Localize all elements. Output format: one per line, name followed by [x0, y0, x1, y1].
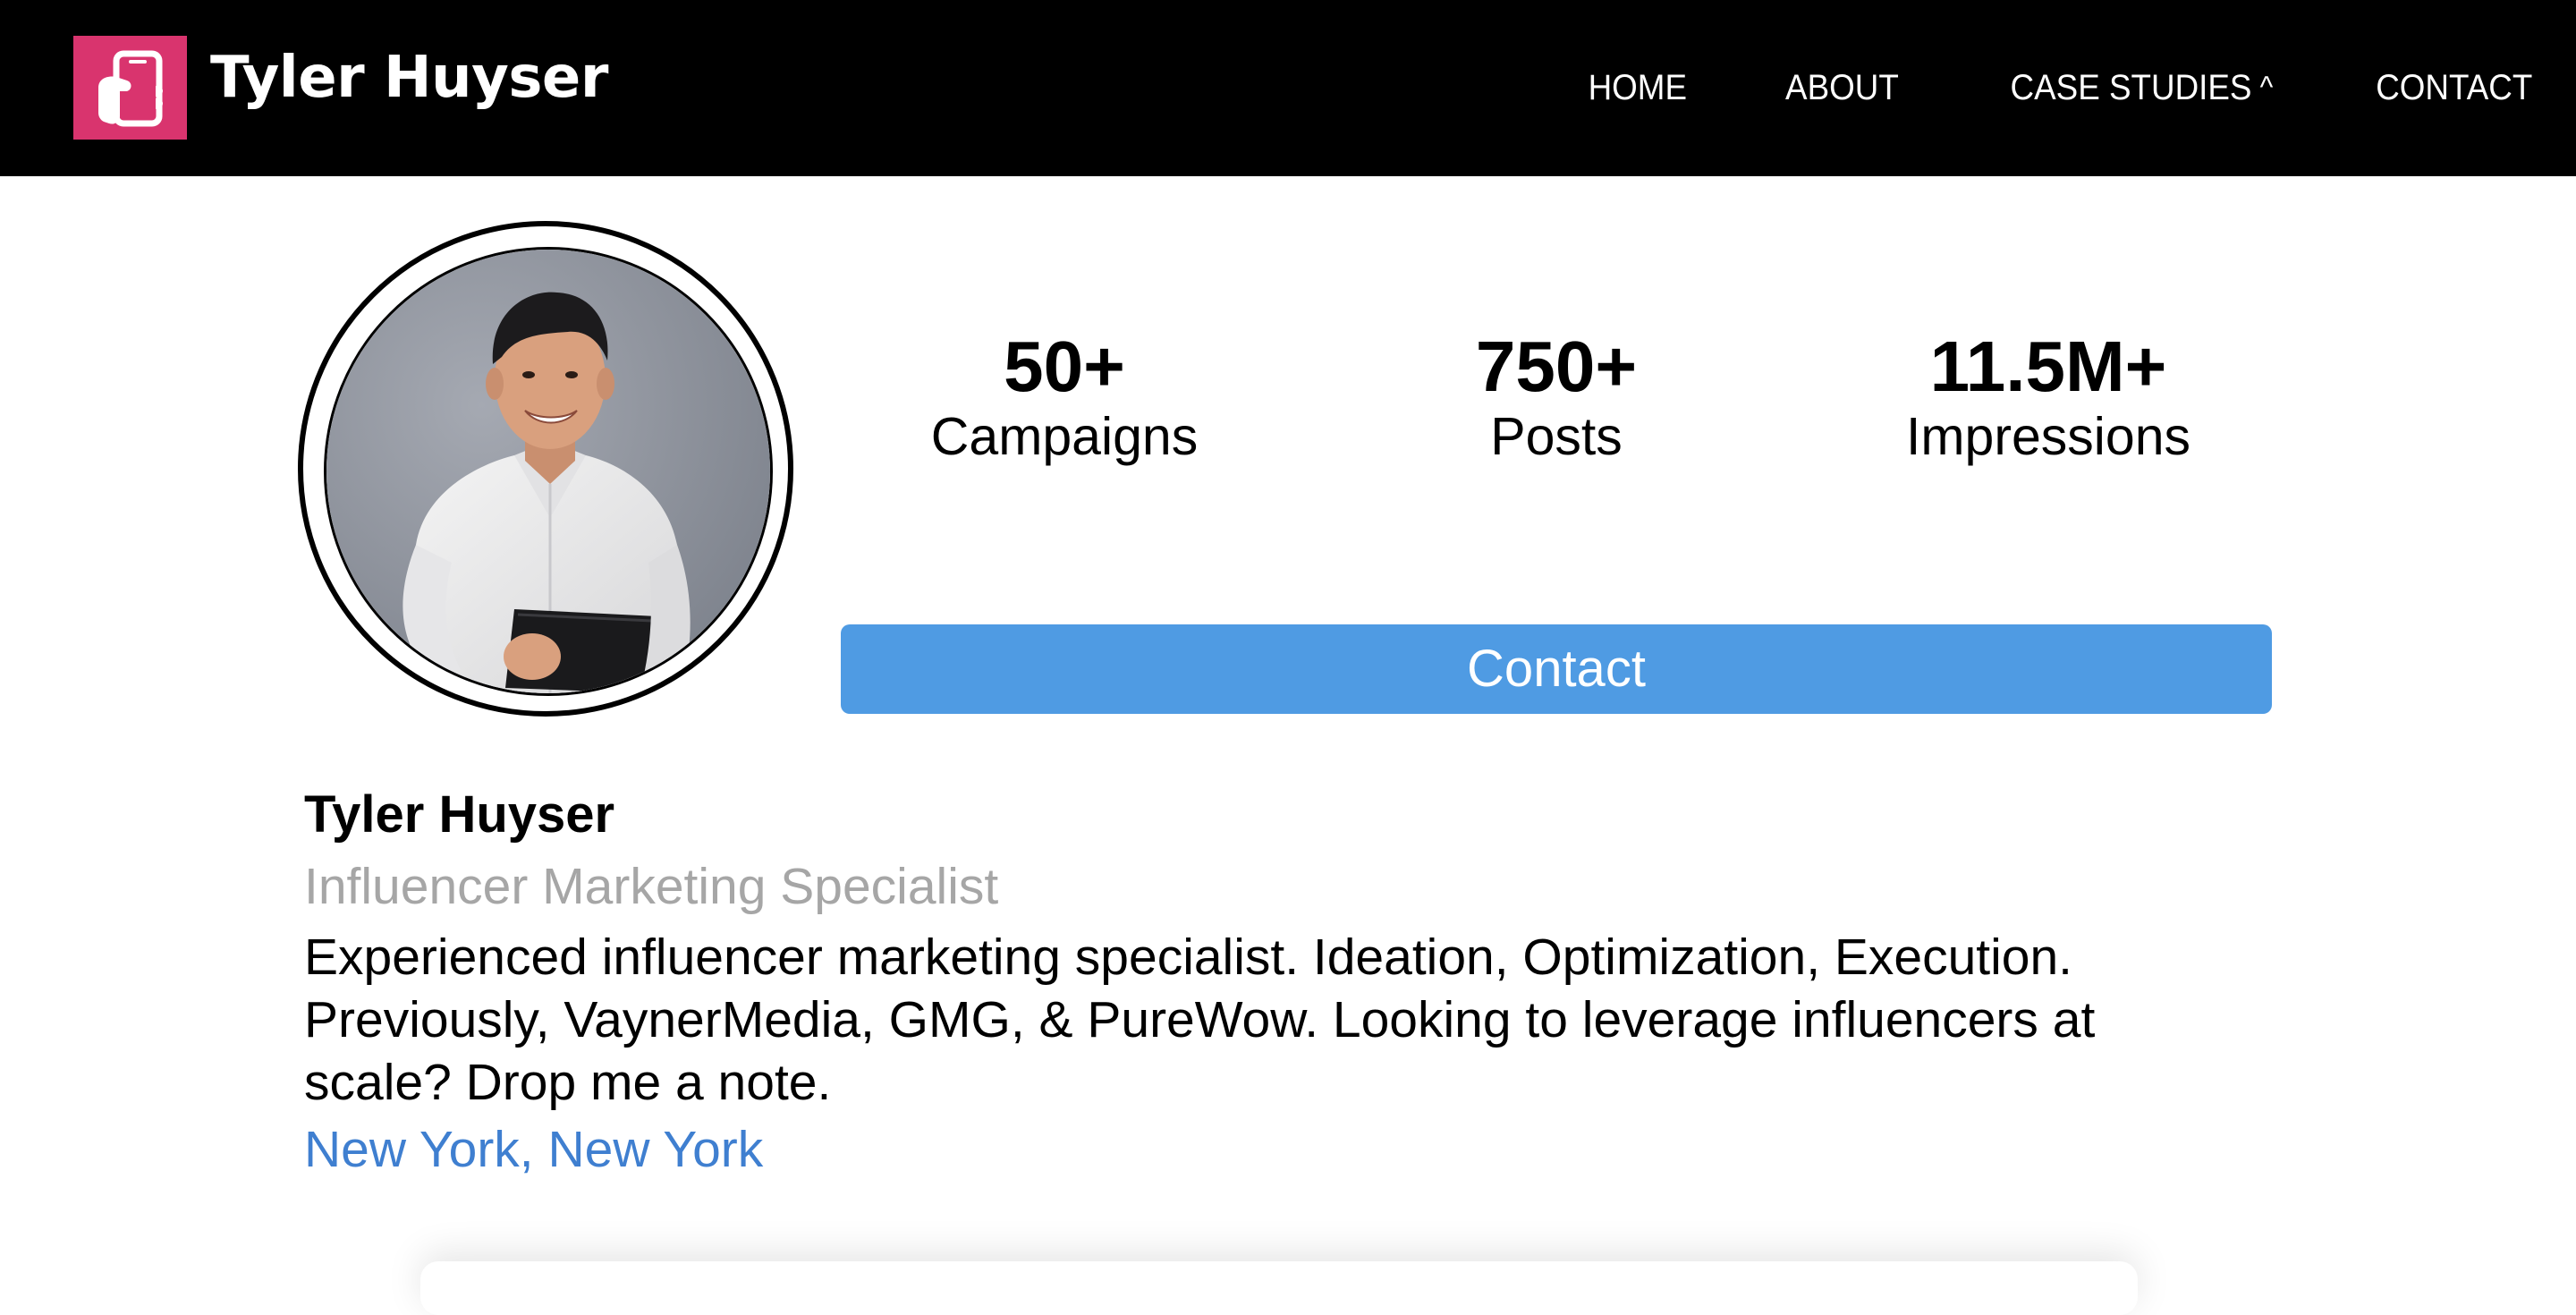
stat-impressions: 11.5M+ Impressions	[1860, 329, 2236, 469]
contact-button[interactable]: Contact	[841, 624, 2272, 714]
nav-about[interactable]: ABOUT	[1785, 64, 1899, 111]
nav-case-studies-label: CASE STUDIES	[2010, 68, 2252, 107]
profile-name: Tyler Huyser	[304, 785, 615, 844]
nav-links: HOME ABOUT CASE STUDIES ^ CONTACT	[1580, 64, 2532, 111]
stat-value: 750+	[1475, 327, 1638, 406]
nav-home[interactable]: HOME	[1589, 64, 1687, 111]
stat-posts: 750+ Posts	[1368, 329, 1744, 469]
brand-name[interactable]: Tyler Huyser	[210, 45, 608, 111]
nav-contact[interactable]: CONTACT	[2376, 64, 2532, 111]
profile-bio: Experienced influencer marketing special…	[304, 926, 2308, 1114]
bio-line: Experienced influencer marketing special…	[304, 929, 2073, 986]
stat-campaigns: 50+ Campaigns	[877, 329, 1252, 469]
bio-line: Previously, VaynerMedia, GMG, & PureWow.…	[304, 991, 2096, 1048]
stat-label: Campaigns	[930, 407, 1199, 466]
caret-up-icon: ^	[2259, 71, 2274, 105]
avatar	[324, 247, 773, 696]
stat-label: Impressions	[1905, 407, 2191, 466]
location-link[interactable]: New York, New York	[304, 1118, 763, 1181]
profile-photo	[326, 250, 770, 693]
hand-holding-phone-icon	[98, 50, 163, 127]
stat-value: 50+	[1004, 327, 1125, 406]
nav-case-studies[interactable]: CASE STUDIES ^	[2011, 64, 2274, 111]
profile-title: Influencer Marketing Specialist	[304, 858, 999, 915]
brand-logo[interactable]	[73, 36, 187, 140]
stat-label: Posts	[1490, 407, 1623, 466]
content-card	[420, 1261, 2138, 1315]
top-navbar: Tyler Huyser HOME ABOUT CASE STUDIES ^ CO…	[0, 0, 2576, 176]
bio-line: scale? Drop me a note.	[304, 1054, 832, 1111]
stat-value: 11.5M+	[1929, 327, 2167, 406]
